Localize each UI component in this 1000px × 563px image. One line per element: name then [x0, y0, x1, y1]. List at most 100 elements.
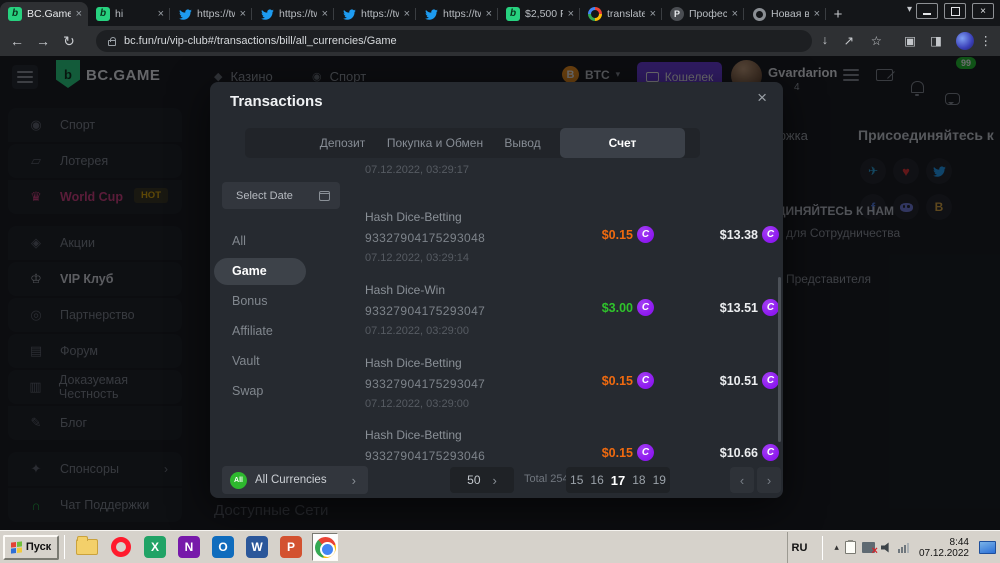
tab-close-icon[interactable]: ×: [814, 8, 820, 20]
page-19[interactable]: 19: [653, 473, 666, 487]
select-date-button[interactable]: Select Date: [222, 182, 340, 209]
url-text: bc.fun/ru/vip-club#/transactions/bill/al…: [124, 35, 397, 47]
taskbar: Пуск X N O W P RU ▴ 8:44 07.12.2022: [0, 530, 1000, 563]
browser-toolbar: ← → ↻ bc.fun/ru/vip-club#/transactions/b…: [0, 26, 1000, 56]
modal-close-icon[interactable]: ×: [757, 88, 767, 108]
powerpoint-icon[interactable]: P: [278, 534, 304, 560]
minimize-button[interactable]: [916, 3, 938, 19]
bcgame-favicon: b: [506, 7, 520, 21]
google-favicon: [588, 7, 602, 21]
forward-icon[interactable]: →: [30, 33, 56, 49]
tray-expand-icon[interactable]: ▴: [834, 542, 839, 553]
onenote-icon[interactable]: N: [176, 534, 202, 560]
opera-icon[interactable]: [108, 534, 134, 560]
twitter-favicon: [178, 7, 192, 21]
address-bar[interactable]: bc.fun/ru/vip-club#/transactions/bill/al…: [96, 30, 812, 52]
category-game[interactable]: Game: [232, 258, 267, 285]
chrome-favicon: [752, 7, 766, 21]
side-panel-icon[interactable]: ◨: [930, 33, 942, 48]
tab-twitter-1[interactable]: https://twi ×: [170, 2, 252, 26]
tab-bcgame[interactable]: b BC.Game ×: [0, 2, 88, 26]
close-window-button[interactable]: ×: [972, 3, 994, 19]
tab-close-icon[interactable]: ×: [240, 8, 246, 20]
signal-bars-icon[interactable]: [898, 542, 909, 553]
tab-buy-swap[interactable]: Покупка и Обмен: [375, 128, 495, 158]
tab-close-icon[interactable]: ×: [322, 8, 328, 20]
language-indicator[interactable]: RU: [788, 542, 812, 554]
tab-hi[interactable]: b hi ×: [88, 2, 170, 26]
category-all[interactable]: All: [232, 228, 246, 255]
page-16[interactable]: 16: [590, 473, 603, 487]
transaction-id: 93327904175293047: [365, 304, 485, 318]
transaction-id: 93327904175293046: [365, 449, 485, 463]
tab-prize[interactable]: b $2,500 Pr ×: [498, 2, 580, 26]
tab-close-icon[interactable]: ×: [650, 8, 656, 20]
tab-label: Профессо: [689, 8, 727, 20]
page-18[interactable]: 18: [632, 473, 645, 487]
outlook-icon[interactable]: O: [210, 534, 236, 560]
bc-coin-icon: C: [762, 299, 779, 316]
chevron-right-icon: ›: [493, 473, 497, 488]
category-vault[interactable]: Vault: [232, 348, 260, 375]
scrollbar-thumb[interactable]: [778, 277, 781, 442]
page-17-current[interactable]: 17: [611, 473, 625, 488]
tab-close-icon[interactable]: ×: [404, 8, 410, 20]
start-button[interactable]: Пуск: [3, 535, 59, 560]
taskbar-divider: [64, 535, 65, 559]
network-error-icon[interactable]: [862, 542, 875, 553]
transaction-name: Hash Dice-Win: [365, 283, 445, 297]
tab-withdraw[interactable]: Вывод: [480, 128, 565, 158]
new-tab-button[interactable]: +: [826, 2, 850, 26]
category-affiliate[interactable]: Affiliate: [232, 318, 273, 345]
reload-icon[interactable]: ↻: [56, 33, 82, 50]
tab-close-icon[interactable]: ×: [568, 8, 574, 20]
tab-close-icon[interactable]: ×: [732, 8, 738, 20]
bc-coin-icon: C: [762, 372, 779, 389]
browser-profile-avatar[interactable]: [956, 32, 974, 50]
tray-date: 07.12.2022: [919, 548, 969, 559]
file-explorer-icon[interactable]: [74, 534, 100, 560]
system-tray: RU ▴ 8:44 07.12.2022: [787, 532, 1000, 563]
tray-divider: [822, 536, 823, 560]
tab-newtab[interactable]: Новая вк ×: [744, 2, 826, 26]
tab-professo[interactable]: P Профессо ×: [662, 2, 744, 26]
tab-twitter-4[interactable]: https://twi ×: [416, 2, 498, 26]
tab-twitter-2[interactable]: https://twi ×: [252, 2, 334, 26]
share-icon[interactable]: ↗: [844, 33, 854, 48]
restore-button[interactable]: [944, 3, 966, 19]
bookmark-star-icon[interactable]: ☆: [871, 33, 882, 48]
clipboard-tray-icon[interactable]: [845, 541, 856, 554]
prev-page-button[interactable]: ‹: [730, 467, 754, 493]
back-icon[interactable]: ←: [4, 33, 30, 49]
transaction-name: Hash Dice-Betting: [365, 356, 462, 370]
transaction-balance: $13.38 C: [620, 226, 779, 243]
category-bonus[interactable]: Bonus: [232, 288, 267, 315]
transaction-id: 93327904175293047: [365, 377, 485, 391]
transaction-balance: $13.51 C: [620, 299, 779, 316]
tab-search-icon[interactable]: ▾: [907, 4, 912, 15]
page-15[interactable]: 15: [570, 473, 583, 487]
select-date-label: Select Date: [236, 190, 293, 202]
chrome-taskbar-button[interactable]: [312, 534, 338, 560]
transaction-time: 07.12.2022, 03:29:00: [365, 398, 469, 410]
tab-close-icon[interactable]: ×: [76, 8, 82, 20]
show-desktop-icon[interactable]: [979, 541, 996, 554]
page-size-selector[interactable]: 50 ›: [450, 467, 514, 493]
excel-icon[interactable]: X: [142, 534, 168, 560]
download-icon[interactable]: ↓: [822, 33, 828, 47]
transaction-id: 93327904175293048: [365, 231, 485, 245]
next-page-button[interactable]: ›: [757, 467, 781, 493]
tray-clock[interactable]: 8:44 07.12.2022: [915, 537, 973, 559]
volume-icon[interactable]: [881, 542, 892, 553]
all-currencies-button[interactable]: All All Currencies ›: [222, 466, 368, 494]
tab-close-icon[interactable]: ×: [158, 8, 164, 20]
tab-translate[interactable]: translate ×: [580, 2, 662, 26]
tab-bill[interactable]: Счет: [560, 128, 685, 158]
tab-close-icon[interactable]: ×: [486, 8, 492, 20]
category-swap[interactable]: Swap: [232, 378, 263, 405]
word-icon[interactable]: W: [244, 534, 270, 560]
browser-menu-icon[interactable]: ⋮: [980, 33, 993, 48]
extensions-icon[interactable]: ▣: [904, 33, 916, 48]
tab-twitter-3[interactable]: https://twi ×: [334, 2, 416, 26]
bc-coin-icon: C: [762, 444, 779, 461]
